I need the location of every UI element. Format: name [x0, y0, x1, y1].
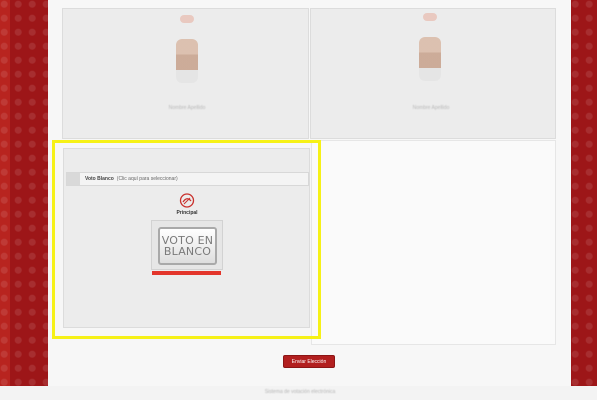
page-footer: Sistema de votación electrónica [0, 386, 597, 400]
candidate-name: Nombre Apellido [168, 105, 206, 111]
right-decorative-banner [571, 0, 597, 386]
footer-text: Sistema de votación electrónica [264, 389, 336, 395]
selection-highlight-frame [52, 140, 321, 339]
right-banner-pattern [571, 0, 597, 386]
candidate-photo [176, 39, 198, 83]
left-banner-pattern [0, 0, 48, 386]
candidate-photo [419, 37, 441, 81]
candidate-card-2[interactable]: Nombre Apellido [310, 8, 556, 139]
left-decorative-banner [0, 0, 48, 386]
empty-ballot-slot [311, 140, 556, 345]
candidate-card-1[interactable]: Nombre Apellido [62, 8, 309, 139]
party-logo-icon [423, 13, 437, 21]
party-logo-icon [180, 15, 194, 23]
submit-vote-button[interactable]: Enviar Elección [283, 355, 335, 368]
candidate-name: Nombre Apellido [412, 105, 450, 111]
